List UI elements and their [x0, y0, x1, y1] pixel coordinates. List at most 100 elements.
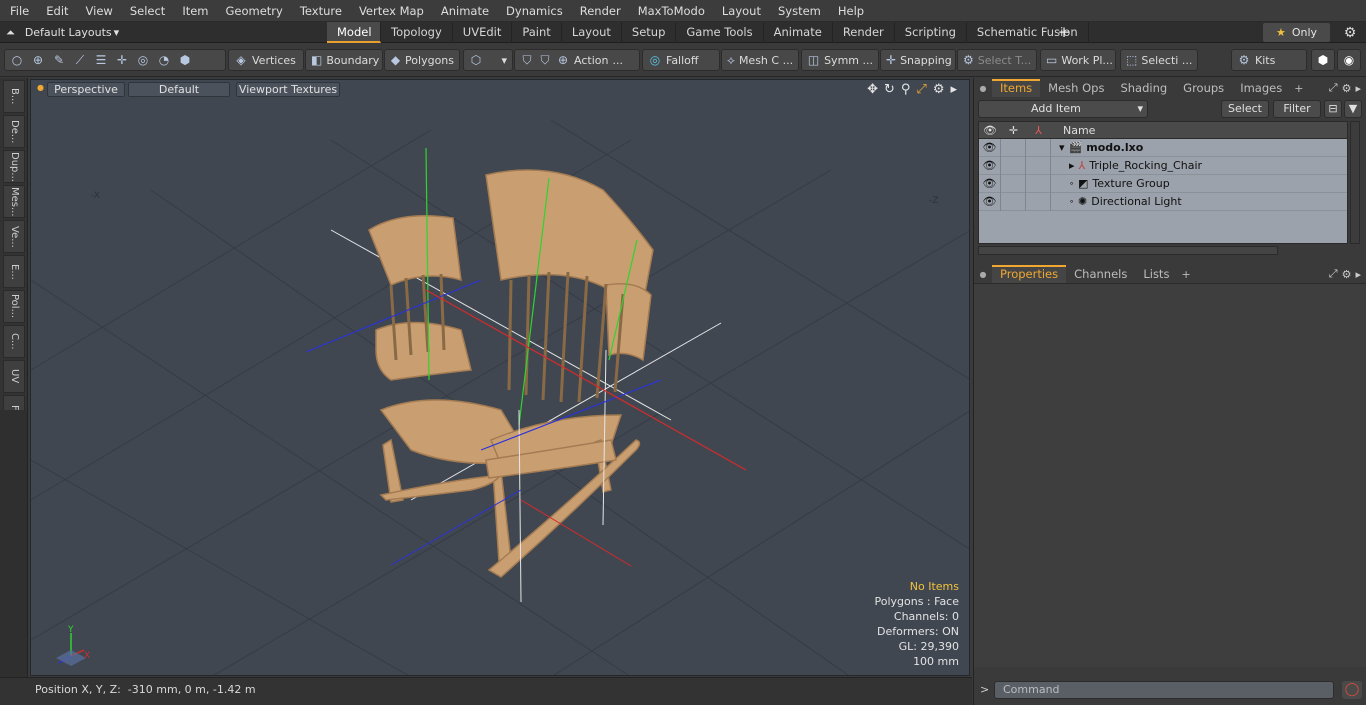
- gear-icon[interactable]: ⚙: [1340, 22, 1360, 43]
- unity-button[interactable]: ⬢: [1311, 49, 1335, 71]
- left-tab-duplicate[interactable]: Dup...: [3, 150, 25, 183]
- rotate-icon[interactable]: ↻: [884, 82, 895, 97]
- list-item[interactable]: 👁 ∘ ✺ Directional Light: [979, 192, 1347, 211]
- filter-button[interactable]: Filter: [1273, 100, 1321, 118]
- globe-icon[interactable]: ⊕: [31, 53, 45, 67]
- panel-dot-icon[interactable]: ●: [974, 84, 992, 93]
- expand-icon[interactable]: ▾: [1059, 141, 1065, 154]
- tab-paint[interactable]: Paint: [512, 22, 562, 43]
- material-dropdown[interactable]: ⬡ ▾: [463, 49, 513, 71]
- 3d-viewport[interactable]: Y X -X -Z ● Perspective Default Viewport…: [30, 79, 970, 676]
- boundary-button[interactable]: ◧ Boundary: [305, 49, 383, 71]
- tab-scripting[interactable]: Scripting: [895, 22, 967, 43]
- tab-channels[interactable]: Channels: [1066, 265, 1135, 283]
- symmetry-button[interactable]: ◫ Symm ...: [801, 49, 879, 71]
- menu-view[interactable]: View: [76, 4, 120, 18]
- tab-shading[interactable]: Shading: [1112, 79, 1175, 97]
- eye-icon[interactable]: 👁: [979, 138, 1001, 157]
- brush-icon[interactable]: ⟋: [73, 53, 87, 67]
- add-panel-tab-icon[interactable]: +: [1290, 82, 1307, 95]
- menu-system[interactable]: System: [768, 4, 828, 18]
- command-input[interactable]: Command: [994, 681, 1334, 699]
- panel-arrow-icon[interactable]: ▸: [1355, 82, 1366, 95]
- tab-layout[interactable]: Layout: [562, 22, 622, 43]
- panel-arrow-icon[interactable]: ▸: [1355, 268, 1366, 281]
- tab-setup[interactable]: Setup: [622, 22, 677, 43]
- add-item-button[interactable]: Add Item ▾: [978, 100, 1148, 118]
- tab-uvedit[interactable]: UVEdit: [453, 22, 513, 43]
- layout-selector[interactable]: ⏶ Default Layouts ▾: [6, 22, 119, 43]
- tab-model[interactable]: Model: [327, 22, 381, 43]
- select-through-button[interactable]: ⚙ Select T...: [957, 49, 1037, 71]
- work-plane-button[interactable]: ▭ Work Pl...: [1040, 49, 1116, 71]
- tab-properties[interactable]: Properties: [992, 265, 1067, 283]
- panel-dot-icon[interactable]: ●: [974, 270, 992, 279]
- kits-button[interactable]: ⚙ Kits: [1231, 49, 1307, 71]
- menu-render[interactable]: Render: [570, 4, 628, 18]
- fit-icon[interactable]: ⤢: [916, 82, 926, 97]
- eye-icon[interactable]: 👁: [979, 174, 1001, 193]
- shading-default-button[interactable]: Default: [128, 82, 230, 97]
- record-icon[interactable]: ◯: [1342, 681, 1362, 699]
- tab-render[interactable]: Render: [833, 22, 895, 43]
- left-tab-vertex[interactable]: Ve...: [3, 220, 25, 253]
- left-tab-mesh-edit[interactable]: Mes...: [3, 185, 25, 218]
- menu-edit[interactable]: Edit: [36, 4, 75, 18]
- polygons-button[interactable]: ◆ Polygons: [384, 49, 460, 71]
- panel-expand-icon[interactable]: ⤢: [1329, 267, 1338, 281]
- tab-groups[interactable]: Groups: [1175, 79, 1232, 97]
- select-button[interactable]: Select: [1221, 100, 1269, 118]
- left-tab-deform[interactable]: De...: [3, 115, 25, 148]
- eye-icon[interactable]: 👁: [979, 192, 1001, 211]
- tab-lists[interactable]: Lists: [1135, 265, 1177, 283]
- list-item[interactable]: 👁 ▾ 🎬 modo.lxo: [979, 138, 1347, 157]
- collapse-icon[interactable]: ⊟: [1324, 100, 1342, 118]
- menu-layout[interactable]: Layout: [712, 4, 768, 18]
- menu-select[interactable]: Select: [120, 4, 172, 18]
- snapping-button[interactable]: ✛ Snapping: [880, 49, 956, 71]
- falloff-button[interactable]: ◎ Falloff: [642, 49, 720, 71]
- viewport-expand-icon[interactable]: ▸: [950, 82, 957, 97]
- viewport-gear-icon[interactable]: ⚙: [933, 82, 945, 97]
- only-toggle[interactable]: ★ Only: [1263, 23, 1330, 42]
- tab-animate[interactable]: Animate: [764, 22, 833, 43]
- menu-dynamics[interactable]: Dynamics: [496, 4, 570, 18]
- menu-geometry[interactable]: Geometry: [216, 4, 290, 18]
- list-item[interactable]: 👁 ∘ ◩ Texture Group: [979, 174, 1347, 193]
- items-vertical-scrollbar[interactable]: [1350, 121, 1360, 244]
- viewport-textures-button[interactable]: Viewport Textures: [236, 82, 340, 97]
- timer-icon[interactable]: ◔: [157, 53, 171, 67]
- left-tab-polygon[interactable]: Pol...: [3, 290, 25, 323]
- perspective-button[interactable]: Perspective: [47, 82, 125, 97]
- left-tab-uv[interactable]: UV: [3, 360, 25, 393]
- items-mode-icon[interactable]: ⬢: [178, 53, 192, 67]
- vertices-button[interactable]: ◈ Vertices: [228, 49, 304, 71]
- pen-icon[interactable]: ✎: [52, 53, 66, 67]
- menu-animate[interactable]: Animate: [431, 4, 496, 18]
- tab-items[interactable]: Items: [992, 79, 1041, 97]
- collapsed-arrow-icon[interactable]: ▸: [1069, 159, 1075, 172]
- snap-box-icon[interactable]: ◎: [136, 53, 150, 67]
- eye-icon[interactable]: 👁: [979, 156, 1001, 175]
- menu-item[interactable]: Item: [172, 4, 215, 18]
- menu-texture[interactable]: Texture: [290, 4, 349, 18]
- zoom-icon[interactable]: ⚲: [901, 82, 911, 97]
- tab-mesh-ops[interactable]: Mesh Ops: [1040, 79, 1112, 97]
- left-tab-edge[interactable]: E...: [3, 255, 25, 288]
- selection-sets-button[interactable]: ⬚ Selecti ...: [1120, 49, 1198, 71]
- align-icon[interactable]: ☰: [94, 53, 108, 67]
- unreal-button[interactable]: ◉: [1337, 49, 1361, 71]
- list-item[interactable]: 👁 ▸ ⅄ Triple_Rocking_Chair: [979, 156, 1347, 175]
- menu-file[interactable]: File: [0, 4, 36, 18]
- filter-funnel-icon[interactable]: ▼: [1344, 100, 1362, 118]
- panel-gear-icon[interactable]: ⚙: [1338, 268, 1356, 281]
- pan-icon[interactable]: ✥: [867, 82, 878, 97]
- items-horizontal-scrollbar[interactable]: [978, 246, 1278, 255]
- tab-topology[interactable]: Topology: [381, 22, 453, 43]
- tab-game-tools[interactable]: Game Tools: [676, 22, 764, 43]
- menu-vertex-map[interactable]: Vertex Map: [349, 4, 431, 18]
- add-tab-icon[interactable]: +: [1056, 22, 1072, 43]
- panel-gear-icon[interactable]: ⚙: [1338, 82, 1356, 95]
- transform-icon[interactable]: ✛: [115, 53, 129, 67]
- action-center-button[interactable]: ⛉ ⛉ ⊕ Action ...: [514, 49, 640, 71]
